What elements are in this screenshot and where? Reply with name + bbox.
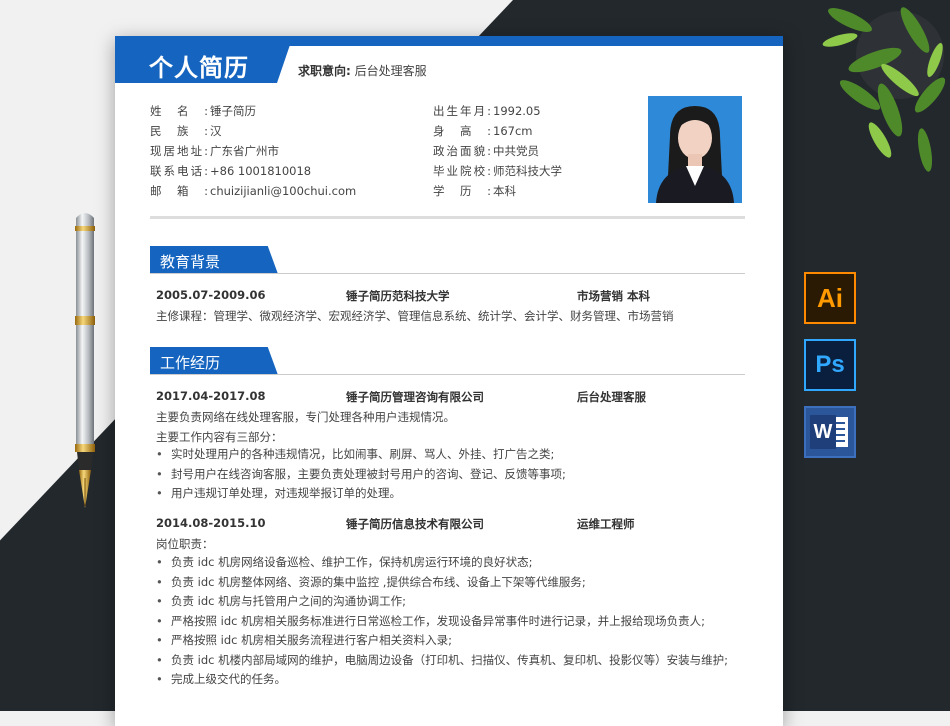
info-label: 民族: (150, 124, 208, 138)
info-label: 毕业院校: (433, 164, 491, 178)
resume-title: 个人简历 (149, 54, 249, 82)
info-value: 1992.05 (493, 104, 541, 118)
job-date: 2017.04-2017.08 (156, 389, 266, 403)
info-row: 联系电话: +86 1001810018 (150, 161, 356, 181)
info-value: 锤子简历 (210, 104, 256, 118)
fountain-pen-icon (75, 213, 95, 508)
info-row: 毕业院校: 师范科技大学 (433, 161, 562, 181)
photoshop-icon: Ps (804, 339, 856, 391)
info-value: 汉 (210, 124, 222, 138)
job-bullet: 严格按照 idc 机房相关服务标准进行日常巡检工作，发现设备异常事件时进行记录，… (156, 612, 728, 632)
info-divider (150, 216, 745, 219)
section-education: 教育背景 (150, 246, 745, 274)
info-label: 政治面貌: (433, 144, 491, 158)
info-value: 167cm (493, 124, 533, 138)
info-label: 联系电话: (150, 164, 208, 178)
info-label: 邮箱: (150, 184, 208, 198)
job-bullet: 负责 idc 机房与托管用户之间的沟通协调工作; (156, 592, 728, 612)
section-line (150, 374, 745, 375)
illustrator-icon: Ai (804, 272, 856, 324)
job-bullet: 负责 idc 机房网络设备巡检、维护工作，保持机房运行环境的良好状态; (156, 553, 728, 573)
education-major: 市场营销 本科 (577, 289, 651, 303)
info-row: 现居地址: 广东省广州市 (150, 141, 356, 161)
info-row: 邮箱: chuizijianli@100chui.com (150, 181, 356, 201)
job-bullets: 负责 idc 机房网络设备巡检、维护工作，保持机房运行环境的良好状态; 负责 i… (156, 553, 728, 690)
job-date: 2014.08-2015.10 (156, 516, 266, 530)
info-value: 中共党员 (493, 144, 539, 158)
info-row: 身高: 167cm (433, 121, 562, 141)
job-intent: 求职意向: 后台处理客服 (298, 62, 427, 79)
section-tab: 工作经历 (150, 347, 278, 375)
job-bullet: 封号用户在线咨询客服，主要负责处理被封号用户的咨询、登记、反馈等事项; (156, 465, 566, 485)
personal-info-right: 出生年月: 1992.05 身高: 167cm 政治面貌: 中共党员 毕业院校: 师范科… (433, 101, 562, 201)
info-value: 师范科技大学 (493, 164, 562, 178)
info-row: 出生年月: 1992.05 (433, 101, 562, 121)
info-row: 民族: 汉 (150, 121, 356, 141)
job-bullets: 实时处理用户的各种违规情况，比如闹事、刷屏、骂人、外挂、打广告之类; 封号用户在… (156, 445, 566, 504)
info-value: chuizijianli@100chui.com (210, 184, 357, 198)
education-courses: 主修课程：管理学、微观经济学、宏观经济学、管理信息系统、统计学、会计学、财务管理… (156, 309, 674, 323)
info-row: 学历: 本科 (433, 181, 562, 201)
section-work: 工作经历 (150, 347, 745, 375)
job-company: 锤子简历管理咨询有限公司 (346, 390, 484, 404)
info-label: 姓名: (150, 104, 208, 118)
section-line (150, 273, 745, 274)
avatar (656, 106, 734, 203)
job-description: 主要工作内容有三部分： (156, 430, 283, 444)
info-value: 广东省广州市 (210, 144, 279, 158)
job-position: 后台处理客服 (577, 390, 646, 404)
section-heading: 教育背景 (160, 253, 221, 271)
info-label: 身高: (433, 124, 491, 138)
resume-paper: 个人简历 求职意向: 后台处理客服 姓名: 锤子简历 民族: 汉 现居地址: 广东省广… (115, 36, 783, 726)
info-value: 本科 (493, 184, 516, 198)
profile-photo (648, 96, 742, 203)
info-label: 出生年月: (433, 104, 491, 118)
job-bullet: 负责 idc 机楼内部局域网的维护，电脑周边设备（打印机、扫描仪、传真机、复印机… (156, 651, 728, 671)
job-bullet: 用户违规订单处理，对违规举报订单的处理。 (156, 484, 566, 504)
job-bullet: 负责 idc 机房整体网络、资源的集中监控 ,提供综合布线、设备上下架等代维服务… (156, 573, 728, 593)
plant-icon (822, 7, 946, 172)
job-description: 主要负责网络在线处理客服，专门处理各种用户违规情况。 (156, 410, 455, 424)
job-position: 运维工程师 (577, 517, 635, 531)
job-description: 岗位职责： (156, 537, 214, 551)
job-intent-value: 后台处理客服 (354, 64, 427, 78)
education-school: 锤子简历范科技大学 (346, 289, 450, 303)
education-date: 2005.07-2009.06 (156, 288, 266, 302)
info-row: 政治面貌: 中共党员 (433, 141, 562, 161)
personal-info-left: 姓名: 锤子简历 民族: 汉 现居地址: 广东省广州市 联系电话: +86 100181… (150, 101, 356, 201)
info-value: +86 1001810018 (210, 164, 312, 178)
word-icon-letter: W (810, 415, 836, 449)
section-heading: 工作经历 (160, 354, 221, 372)
job-bullet: 实时处理用户的各种违规情况，比如闹事、刷屏、骂人、外挂、打广告之类; (156, 445, 566, 465)
job-company: 锤子简历信息技术有限公司 (346, 517, 484, 531)
info-label: 学历: (433, 184, 491, 198)
info-label: 现居地址: (150, 144, 208, 158)
job-intent-label: 求职意向: (298, 64, 351, 78)
info-row: 姓名: 锤子简历 (150, 101, 356, 121)
word-icon: W (804, 406, 856, 458)
job-bullet: 严格按照 idc 机房相关服务流程进行客户相关资料入录; (156, 631, 728, 651)
section-tab: 教育背景 (150, 246, 278, 274)
job-bullet: 完成上级交代的任务。 (156, 670, 728, 690)
